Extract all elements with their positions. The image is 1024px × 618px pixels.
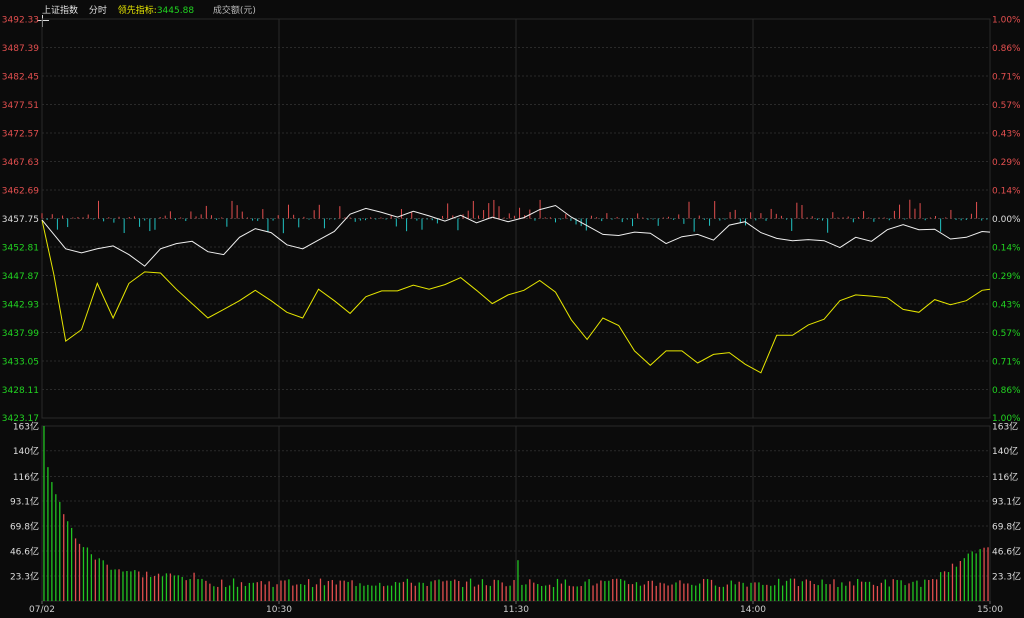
volume-tick-label: 93.1亿 — [992, 496, 1021, 508]
price-tick-label: 3462.69 — [2, 187, 39, 197]
price-tick-label: 3437.99 — [2, 329, 39, 339]
time-axis-label: 07/02 — [29, 605, 55, 615]
pct-tick-label: 0.71% — [992, 73, 1021, 83]
price-tick-label: 3428.11 — [2, 386, 39, 396]
pct-tick-label: 0.86% — [992, 44, 1021, 54]
volume-tick-label: 163亿 — [992, 421, 1018, 433]
time-axis-label: 11:30 — [503, 605, 529, 615]
pct-tick-label: 1.00% — [992, 16, 1021, 26]
volume-tick-label: 140亿 — [992, 445, 1018, 457]
volume-tick-label: 93.1亿 — [10, 496, 39, 508]
pct-tick-label: 0.14% — [992, 244, 1021, 254]
volume-tick-label: 23.3亿 — [10, 570, 39, 582]
price-tick-label: 3433.05 — [2, 358, 39, 368]
pct-tick-label: 0.29% — [992, 272, 1021, 282]
pct-tick-label: 0.00% — [992, 215, 1021, 225]
volume-tick-label: 69.8亿 — [10, 521, 39, 533]
price-tick-label: 3482.45 — [2, 73, 39, 83]
volume-tick-label: 69.8亿 — [992, 521, 1021, 533]
pct-tick-label: 0.14% — [992, 187, 1021, 197]
volume-tick-label: 116亿 — [13, 471, 39, 483]
pct-tick-label: 0.57% — [992, 329, 1021, 339]
time-axis-label: 15:00 — [977, 605, 1003, 615]
price-tick-label: 3452.81 — [2, 244, 39, 254]
price-tick-label: 3472.57 — [2, 130, 39, 140]
pct-tick-label: 0.29% — [992, 158, 1021, 168]
pct-tick-label: 0.86% — [992, 386, 1021, 396]
time-axis-label: 14:00 — [740, 605, 766, 615]
price-tick-label: 3447.87 — [2, 272, 39, 282]
price-tick-label: 3492.33 — [2, 16, 39, 26]
volume-tick-label: 140亿 — [13, 445, 39, 457]
volume-tick-label: 46.6亿 — [992, 545, 1021, 557]
pct-tick-label: 0.71% — [992, 358, 1021, 368]
pct-tick-label: 0.57% — [992, 101, 1021, 111]
volume-tick-label: 23.3亿 — [992, 570, 1021, 582]
price-tick-label: 3457.75 — [2, 215, 39, 225]
pct-tick-label: 0.43% — [992, 301, 1021, 311]
time-axis-label: 10:30 — [266, 605, 292, 615]
intraday-chart[interactable]: 3492.33 1.00% 3487.39 0.86% 3482.45 0.71% 3477… — [0, 0, 1024, 618]
price-tick-label: 3442.93 — [2, 301, 39, 311]
pct-tick-label: 0.43% — [992, 130, 1021, 140]
price-tick-label: 3467.63 — [2, 158, 39, 168]
price-tick-label: 3477.51 — [2, 101, 39, 111]
volume-tick-label: 46.6亿 — [10, 545, 39, 557]
volume-tick-label: 116亿 — [992, 471, 1018, 483]
price-tick-label: 3487.39 — [2, 44, 39, 54]
volume-tick-label: 163亿 — [13, 421, 39, 433]
